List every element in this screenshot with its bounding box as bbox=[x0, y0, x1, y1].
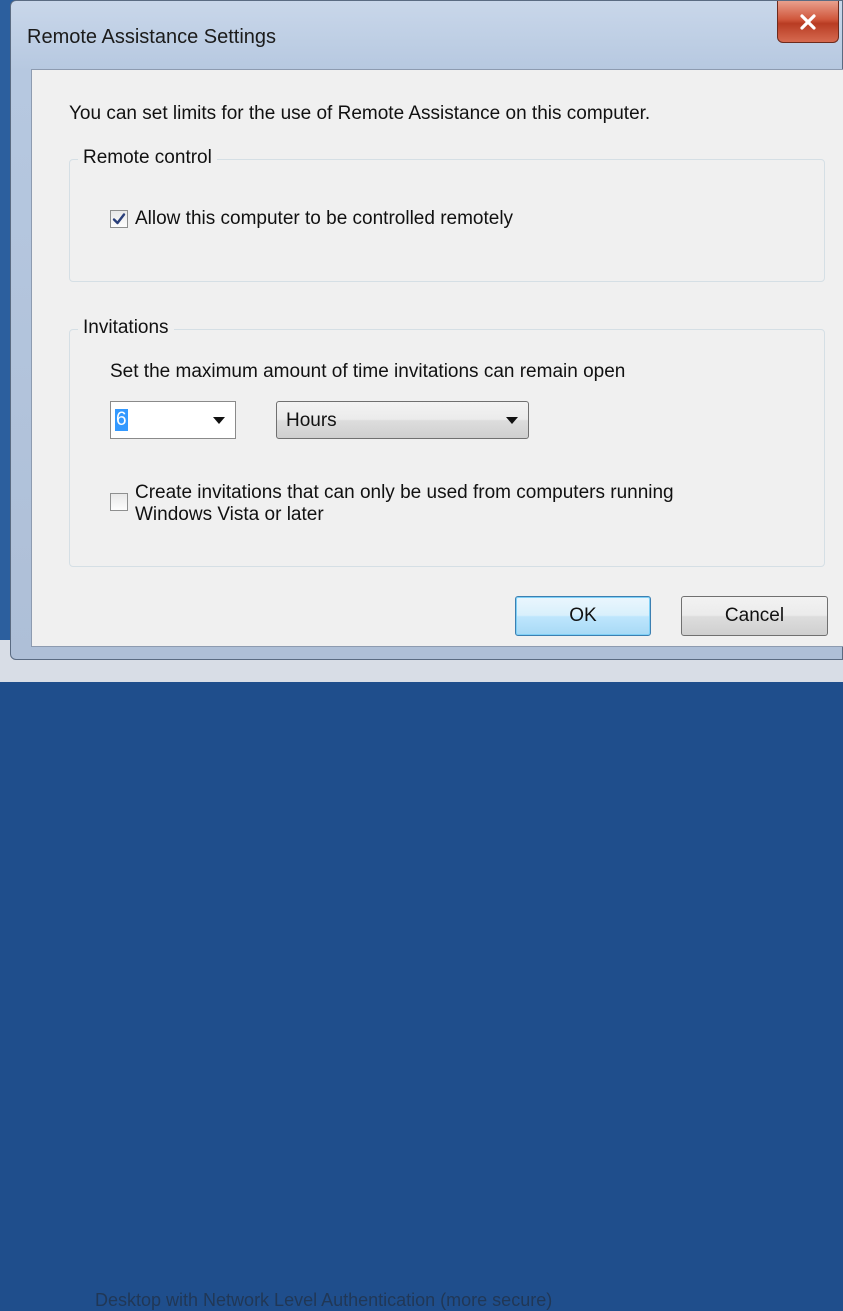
invitation-unit-dropdown[interactable]: Hours bbox=[276, 401, 529, 439]
ok-button[interactable]: OK bbox=[515, 596, 651, 636]
allow-remote-control-option[interactable]: Allow this computer to be controlled rem… bbox=[110, 208, 513, 230]
chevron-down-icon[interactable] bbox=[213, 417, 225, 424]
close-button[interactable] bbox=[777, 1, 839, 43]
remote-control-group: Remote control Allow this computer to be… bbox=[69, 147, 825, 282]
intro-text: You can set limits for the use of Remote… bbox=[69, 103, 651, 124]
chevron-down-icon[interactable] bbox=[506, 417, 518, 424]
allow-remote-control-label: Allow this computer to be controlled rem… bbox=[135, 208, 514, 229]
vista-only-label: Create invitations that can only be used… bbox=[135, 482, 674, 525]
dialog-client-area: You can set limits for the use of Remote… bbox=[31, 69, 843, 647]
allow-remote-control-checkbox[interactable] bbox=[110, 210, 128, 228]
invitations-group: Invitations Set the maximum amount of ti… bbox=[69, 317, 825, 567]
vista-only-checkbox[interactable] bbox=[110, 493, 128, 511]
checkmark-icon bbox=[112, 213, 126, 225]
invitation-duration-combobox[interactable]: 6 bbox=[110, 401, 236, 439]
remote-assistance-dialog: Remote Assistance Settings You can set l… bbox=[10, 0, 843, 660]
close-icon bbox=[800, 13, 816, 30]
invitation-duration-value[interactable]: 6 bbox=[115, 409, 128, 431]
invitation-unit-value: Hours bbox=[286, 410, 337, 431]
invitations-legend: Invitations bbox=[78, 317, 174, 339]
background-option-text: Desktop with Network Level Authenticatio… bbox=[95, 1290, 553, 1310]
remote-control-legend: Remote control bbox=[78, 147, 217, 169]
cancel-button[interactable]: Cancel bbox=[681, 596, 828, 636]
window-title: Remote Assistance Settings bbox=[27, 26, 277, 48]
vista-only-option[interactable]: Create invitations that can only be used… bbox=[110, 482, 755, 526]
max-time-label: Set the maximum amount of time invitatio… bbox=[110, 361, 626, 382]
